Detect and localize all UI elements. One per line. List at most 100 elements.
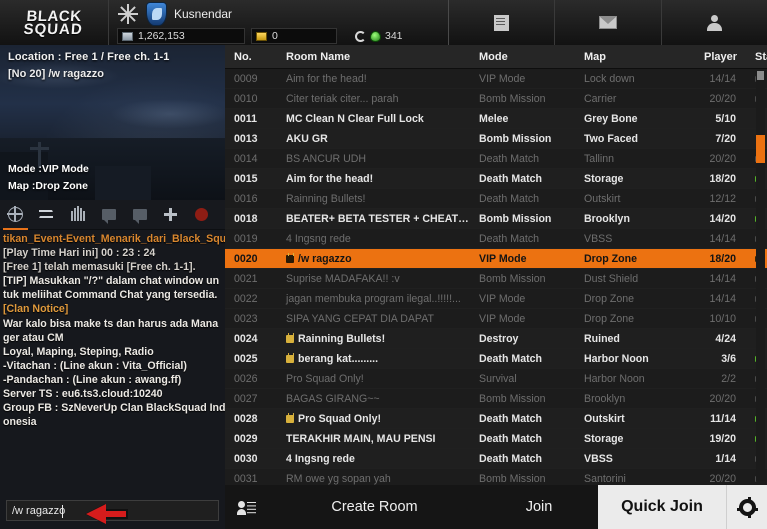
- cloud-decor-2: [110, 99, 225, 129]
- room-player-count: 20/20: [709, 92, 736, 105]
- table-row[interactable]: 0028 Pro Squad Only! Death Match Outskirt 11…: [225, 409, 767, 429]
- table-row[interactable]: 0010 Citer teriak citer... parah Bomb Miss…: [225, 89, 767, 109]
- news-button[interactable]: [448, 0, 554, 45]
- room-name: TERAKHIR MAIN, MAU PENSI: [286, 432, 436, 445]
- room-mode: Bomb Mission: [479, 132, 552, 145]
- room-number: 0013: [234, 132, 258, 145]
- room-map: Brooklyn: [584, 212, 630, 225]
- chat-tab-speech-bubble-2[interactable]: [124, 200, 155, 230]
- chat-tab-speech-bubble[interactable]: [93, 200, 124, 230]
- room-name: /w ragazzo: [277, 252, 470, 265]
- column-header-map[interactable]: Map: [575, 51, 695, 63]
- room-map: Drop Zone: [584, 312, 635, 325]
- room-player-count: 3/6: [721, 352, 736, 365]
- building-decor-2: [95, 166, 151, 200]
- room-map: Carrier: [584, 92, 617, 105]
- room-mode: Bomb Mission: [479, 92, 546, 105]
- room-map: Drop Zone: [584, 252, 637, 265]
- column-header-status[interactable]: Status: [748, 51, 767, 63]
- chat-tab-plus[interactable]: [155, 200, 186, 230]
- scrollbar-thumb[interactable]: [756, 135, 765, 163]
- chat-line: [TIP] Masukkan "/?" dalam chat window un: [3, 275, 220, 288]
- room-number: 0010: [234, 92, 258, 105]
- chat-tab-clan[interactable]: [62, 200, 93, 230]
- column-header-player[interactable]: Player: [695, 51, 748, 63]
- table-row[interactable]: 0026 Pro Squad Only! Survival Harbor Noon 2/…: [225, 369, 767, 389]
- quick-join-button[interactable]: Quick Join: [598, 485, 726, 529]
- room-name: Rainning Bullets!: [277, 332, 470, 345]
- room-name: berang kat.........: [277, 352, 470, 365]
- table-row[interactable]: 0016 Rainning Bullets! Death Match Outskirt…: [225, 189, 767, 209]
- plus-icon: [163, 207, 178, 222]
- chat-tab-record-dot[interactable]: [186, 200, 217, 230]
- table-row[interactable]: 0025 berang kat......... Death Match Harbor…: [225, 349, 767, 369]
- clan-icon: [70, 206, 86, 222]
- table-row[interactable]: 0015 Aim for the head! Death Match Storage 1…: [225, 169, 767, 189]
- room-player-count: 14/14: [709, 72, 736, 85]
- news-icon: [494, 14, 510, 31]
- room-name: BAGAS GIRANG~~: [286, 392, 380, 405]
- table-row[interactable]: 0011 MC Clean N Clear Full Lock Melee Grey …: [225, 109, 767, 129]
- room-number: 0029: [234, 432, 258, 445]
- table-row[interactable]: 0020/w ragazzo VIP Mode Drop Zone 18/20: [225, 249, 767, 269]
- room-name: MC Clean N Clear Full Lock: [286, 112, 424, 125]
- table-row[interactable]: 0019 4 Ingsng rede Death Match VBSS 14/14: [225, 229, 767, 249]
- room-mode: Bomb Mission: [479, 212, 552, 225]
- table-row[interactable]: 0030 4 Ingsng rede Death Match VBSS 1/14: [225, 449, 767, 469]
- lock-icon: [286, 412, 295, 423]
- speech-bubble-icon: [101, 209, 116, 224]
- room-number: 0014: [234, 152, 258, 165]
- chat-log[interactable]: tikan_Event-Event_Menarik_dari_Black_Squ…: [0, 230, 225, 492]
- column-header-name[interactable]: Room Name: [277, 51, 470, 63]
- room-number: 0016: [234, 192, 258, 205]
- room-map: Dust Shield: [584, 272, 639, 285]
- join-button[interactable]: Join: [480, 499, 598, 515]
- column-header-no[interactable]: No.: [225, 51, 277, 63]
- refresh-icon[interactable]: [355, 30, 366, 42]
- room-player-count: 14/14: [709, 232, 736, 245]
- room-list-scrollbar[interactable]: [756, 71, 765, 481]
- room-name: Citer teriak citer... parah: [286, 92, 399, 105]
- table-row[interactable]: 0029 TERAKHIR MAIN, MAU PENSI Death Match S…: [225, 429, 767, 449]
- room-name: RM owe yg sopan yah: [286, 472, 391, 485]
- roster-icon: [237, 500, 256, 515]
- room-number: 0025: [234, 352, 258, 365]
- settings-button[interactable]: [726, 485, 767, 529]
- chat-line: [Free 1] telah memasuki [Free ch. 1-1].: [3, 261, 196, 274]
- room-name: Pro Squad Only!: [277, 412, 470, 425]
- room-map: Harbor Noon: [584, 352, 649, 365]
- chat-tab-globe[interactable]: [0, 200, 31, 230]
- roster-button[interactable]: [225, 485, 269, 529]
- profile-button[interactable]: [660, 0, 767, 45]
- room-map: Drop Zone: [584, 292, 635, 305]
- room-mode: Bomb Mission: [479, 392, 546, 405]
- room-player-count: 14/14: [709, 292, 736, 305]
- room-mode: Bomb Mission: [479, 272, 546, 285]
- table-row[interactable]: 0024 Rainning Bullets! Destroy Ruined 4/24: [225, 329, 767, 349]
- table-row[interactable]: 0014 BS ANCUR UDH Death Match Tallinn 20/20: [225, 149, 767, 169]
- chat-line: -Vitachan : (Line akun : Vita_Official): [3, 359, 187, 372]
- room-number: 0020: [234, 252, 258, 265]
- create-room-button[interactable]: Create Room: [269, 499, 480, 515]
- logo-line-2: SQUAD: [23, 20, 84, 38]
- mail-button[interactable]: [554, 0, 660, 45]
- table-row[interactable]: 0027 BAGAS GIRANG~~ Bomb Mission Brooklyn 20…: [225, 389, 767, 409]
- room-player-count: 20/20: [709, 152, 736, 165]
- room-map: Harbor Noon: [584, 372, 645, 385]
- game-lobby-screen: BLACK SQUAD Kusnendar 1,262,153 0 341 Lo…: [0, 0, 767, 529]
- table-row[interactable]: 0009 Aim for the head! VIP Mode Lock down 14…: [225, 69, 767, 89]
- table-row[interactable]: 0018 BEATER+ BETA TESTER + CHEATER Bomb Mi…: [225, 209, 767, 229]
- room-map: Grey Bone: [584, 112, 638, 125]
- clan-shield-icon: [146, 1, 167, 26]
- room-mode: Bomb Mission: [479, 472, 546, 485]
- text-caret: [62, 505, 63, 518]
- current-room-label: [No 20] /w ragazzo: [8, 68, 104, 80]
- chat-line: [Clan Notice]: [3, 303, 69, 316]
- chat-tab-swap[interactable]: [31, 200, 62, 230]
- room-player-count: 20/20: [709, 472, 736, 485]
- column-header-mode[interactable]: Mode: [470, 51, 575, 63]
- table-row[interactable]: 0023 SIPA YANG CEPAT DIA DAPAT VIP Mode Dro…: [225, 309, 767, 329]
- table-row[interactable]: 0021 Suprise MADAFAKA!! :v Bomb Mission Dus…: [225, 269, 767, 289]
- table-row[interactable]: 0013 AKU GR Bomb Mission Two Faced 7/20: [225, 129, 767, 149]
- table-row[interactable]: 0022 jagan membuka program ilegal..!!!!!.…: [225, 289, 767, 309]
